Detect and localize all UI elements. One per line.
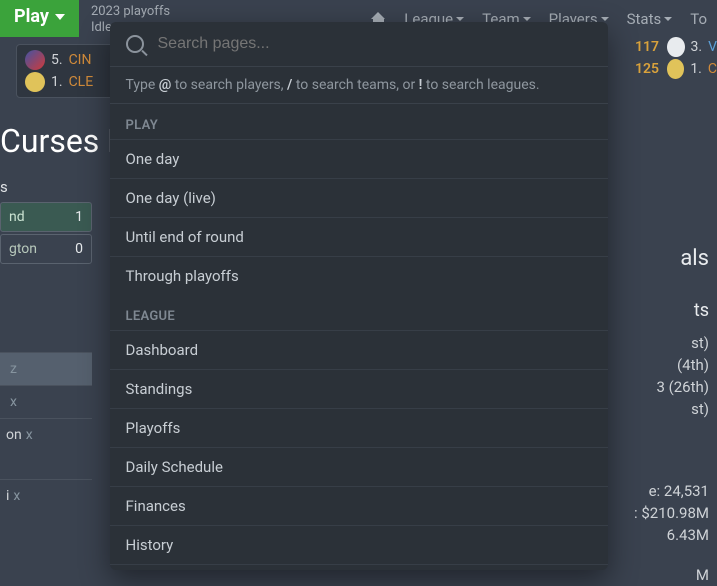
palette-item-playoffs[interactable]: Playoffs <box>110 408 608 447</box>
palette-section-header: PLAY <box>110 104 608 139</box>
command-palette-overlay: Type @ to search players, / to search te… <box>0 0 717 572</box>
palette-hint: Type @ to search players, / to search te… <box>110 67 608 104</box>
palette-item-one-day-live[interactable]: One day (live) <box>110 178 608 217</box>
palette-item-standings[interactable]: Standings <box>110 369 608 408</box>
palette-search-row <box>110 22 608 67</box>
search-icon <box>126 35 144 53</box>
palette-search-input[interactable] <box>156 34 592 54</box>
palette-section-header: LEAGUE <box>110 295 608 330</box>
palette-item-history[interactable]: History <box>110 525 608 564</box>
palette-body[interactable]: PLAY One day One day (live) Until end of… <box>110 104 608 570</box>
palette-item-finances[interactable]: Finances <box>110 486 608 525</box>
palette-item-power-rankings[interactable]: Power Rankings <box>110 564 608 570</box>
command-palette: Type @ to search players, / to search te… <box>110 22 608 570</box>
palette-item-daily-schedule[interactable]: Daily Schedule <box>110 447 608 486</box>
palette-item-through-playoffs[interactable]: Through playoffs <box>110 256 608 295</box>
palette-item-dashboard[interactable]: Dashboard <box>110 330 608 369</box>
palette-item-one-day[interactable]: One day <box>110 139 608 178</box>
palette-item-until-end-of-round[interactable]: Until end of round <box>110 217 608 256</box>
